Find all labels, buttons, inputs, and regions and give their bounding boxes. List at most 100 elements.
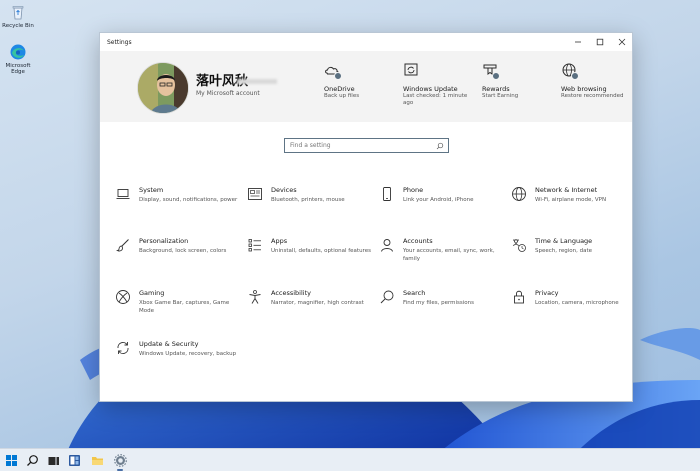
quick-link-subtitle: Restore recommended <box>561 93 624 99</box>
recycle-bin-icon <box>9 3 27 21</box>
time-language-icon <box>511 237 527 253</box>
category-title: Privacy <box>535 289 559 297</box>
category-update-security[interactable]: Update & Security Windows Update, recove… <box>115 340 240 380</box>
category-subtitle: Windows Update, recovery, backup <box>139 351 237 357</box>
search-icon <box>379 289 395 305</box>
quick-link-windows-update[interactable]: Windows Update Last checked: 1 minute ag… <box>403 62 473 107</box>
maximize-icon <box>596 38 604 46</box>
taskbar <box>0 448 700 471</box>
desktop-icon-label: Recycle Bin <box>2 23 34 29</box>
category-title: Apps <box>271 237 288 245</box>
accessibility-icon <box>247 289 263 305</box>
category-title: Phone <box>403 186 424 194</box>
settings-header: 落叶风秋 My Microsoft account OneDrive Back … <box>100 51 632 122</box>
globe-icon <box>511 186 527 202</box>
category-subtitle: Narrator, magnifier, high contrast <box>271 300 364 306</box>
category-time-language[interactable]: Time & Language Speech, region, date <box>511 237 636 277</box>
keyboard-icon <box>247 186 263 202</box>
category-subtitle: Location, camera, microphone <box>535 300 619 306</box>
my-microsoft-account-link[interactable]: My Microsoft account <box>196 90 260 97</box>
widgets-button[interactable] <box>65 452 83 469</box>
start-icon <box>5 455 17 466</box>
category-subtitle: Wi-Fi, airplane mode, VPN <box>535 197 607 203</box>
windows-update-icon <box>403 62 423 82</box>
edge-icon <box>9 43 27 61</box>
minimize-button[interactable] <box>567 33 589 51</box>
desktop-icon-edge[interactable]: Microsoft Edge <box>2 43 34 75</box>
phone-icon <box>379 186 395 202</box>
category-title: Personalization <box>139 237 189 245</box>
close-button[interactable] <box>611 33 633 51</box>
search-icon <box>436 142 444 150</box>
category-subtitle: Xbox Game Bar, captures, Game Mode <box>139 300 230 314</box>
quick-link-subtitle: Start Earning <box>482 93 519 99</box>
category-accessibility[interactable]: Accessibility Narrator, magnifier, high … <box>247 289 372 329</box>
lock-icon <box>511 289 527 305</box>
category-search[interactable]: Search Find my files, permissions <box>379 289 504 329</box>
close-icon <box>618 38 626 46</box>
start-button[interactable] <box>2 452 20 469</box>
person-icon <box>379 237 395 253</box>
category-phone[interactable]: Phone Link your Android, iPhone <box>379 186 504 226</box>
task-view-icon <box>48 457 59 465</box>
category-accounts[interactable]: Accounts Your accounts, email, sync, wor… <box>379 237 504 277</box>
quick-link-rewards[interactable]: Rewards Start Earning <box>482 62 552 100</box>
quick-link-title: OneDrive <box>324 85 355 93</box>
quick-link-subtitle: Back up files <box>324 93 360 99</box>
paintbrush-icon <box>115 237 131 253</box>
laptop-icon <box>115 186 131 202</box>
category-subtitle: Speech, region, date <box>535 248 593 254</box>
category-subtitle: Bluetooth, printers, mouse <box>271 197 345 203</box>
quick-link-title: Rewards <box>482 85 510 93</box>
category-apps[interactable]: Apps Uninstall, defaults, optional featu… <box>247 237 372 277</box>
file-explorer-icon <box>91 457 103 465</box>
quick-link-subtitle: Last checked: 1 minute ago <box>403 93 468 106</box>
desktop-icon-recycle-bin[interactable]: Recycle Bin <box>2 3 34 29</box>
settings-icon <box>113 454 127 467</box>
category-system[interactable]: System Display, sound, notifications, po… <box>115 186 240 226</box>
category-privacy[interactable]: Privacy Location, camera, microphone <box>511 289 636 329</box>
category-subtitle: Uninstall, defaults, optional features <box>271 248 371 254</box>
taskbar-search-button[interactable] <box>23 452 41 469</box>
search-input[interactable] <box>290 142 430 149</box>
redacted-email <box>237 79 277 84</box>
globe-icon <box>561 62 581 82</box>
category-title: Update & Security <box>139 340 199 348</box>
category-personalization[interactable]: Personalization Background, lock screen,… <box>115 237 240 277</box>
category-title: Devices <box>271 186 297 194</box>
quick-link-onedrive[interactable]: OneDrive Back up files <box>324 62 394 100</box>
apps-list-icon <box>247 237 263 253</box>
category-subtitle: Background, lock screen, colors <box>139 248 227 254</box>
category-title: Accessibility <box>271 289 311 297</box>
category-network-internet[interactable]: Network & Internet Wi-Fi, airplane mode,… <box>511 186 636 226</box>
title-bar[interactable]: Settings <box>100 33 632 51</box>
avatar[interactable] <box>137 62 189 114</box>
quick-link-web-browsing[interactable]: Web browsing Restore recommended <box>561 62 631 100</box>
category-title: Gaming <box>139 289 165 297</box>
rewards-icon <box>482 62 502 82</box>
window-title: Settings <box>107 38 132 46</box>
quick-link-title: Windows Update <box>403 85 458 93</box>
category-title: Network & Internet <box>535 186 598 194</box>
search-icon <box>26 455 38 466</box>
desktop-icon-label: Microsoft Edge <box>5 63 31 75</box>
maximize-button[interactable] <box>589 33 611 51</box>
category-subtitle: Link your Android, iPhone <box>403 197 474 203</box>
find-setting-search-box[interactable] <box>284 138 449 153</box>
onedrive-icon <box>324 62 344 82</box>
category-subtitle: Your accounts, email, sync, work, family <box>403 248 495 262</box>
category-title: Time & Language <box>535 237 593 245</box>
category-title: Accounts <box>403 237 433 245</box>
category-devices[interactable]: Devices Bluetooth, printers, mouse <box>247 186 372 226</box>
category-title: Search <box>403 289 426 297</box>
category-gaming[interactable]: Gaming Xbox Game Bar, captures, Game Mod… <box>115 289 240 329</box>
minimize-icon <box>575 41 581 43</box>
quick-link-title: Web browsing <box>561 85 607 93</box>
update-icon <box>115 340 131 356</box>
category-title: System <box>139 186 164 194</box>
settings-taskbar-button[interactable] <box>111 452 129 471</box>
file-explorer-button[interactable] <box>88 452 106 469</box>
xbox-icon <box>115 289 131 305</box>
settings-window: Settings 落叶风秋 My Microsoft account OneDr… <box>99 32 633 402</box>
task-view-button[interactable] <box>44 452 62 469</box>
